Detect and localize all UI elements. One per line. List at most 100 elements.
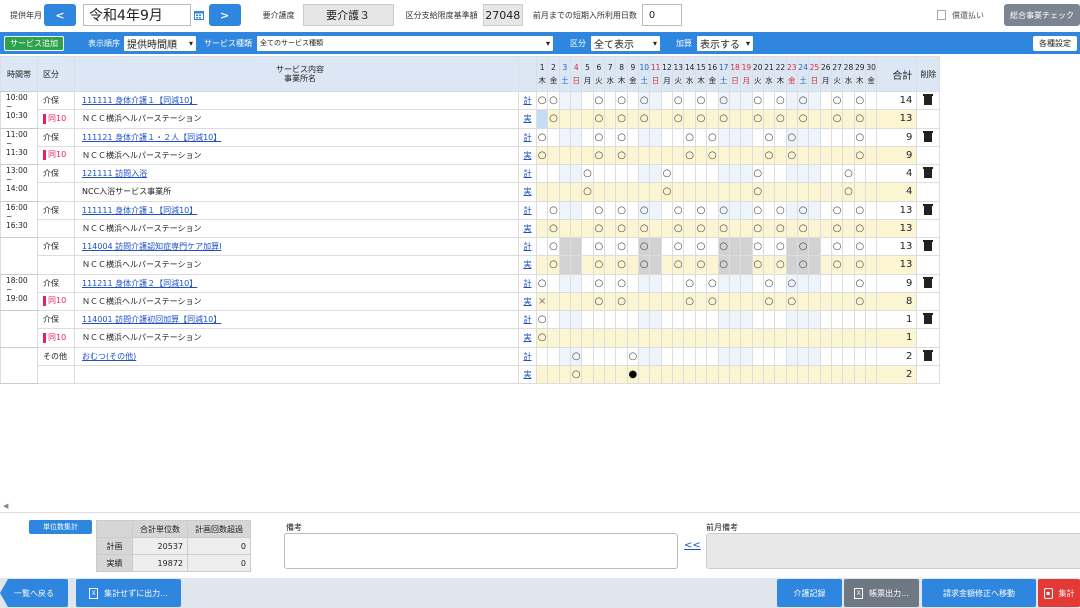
actual-link[interactable]: 実 (518, 182, 537, 202)
day-cell[interactable]: ○ (615, 90, 628, 111)
day-cell[interactable]: ○ (796, 109, 810, 129)
day-cell[interactable] (740, 109, 753, 129)
day-cell[interactable] (649, 328, 662, 348)
day-cell[interactable] (740, 309, 753, 330)
day-cell[interactable] (774, 328, 787, 348)
day-cell[interactable] (558, 90, 572, 111)
tally-button[interactable]: ▪ 集計 (1038, 579, 1080, 607)
day-cell[interactable] (694, 328, 708, 348)
day-cell[interactable]: ○ (570, 346, 583, 366)
day-cell[interactable] (558, 200, 572, 220)
day-cell[interactable]: ○ (853, 236, 866, 257)
day-cell[interactable] (785, 218, 798, 239)
day-cell[interactable]: ○ (785, 145, 798, 166)
day-cell[interactable] (740, 90, 753, 111)
actual-link[interactable]: 実 (518, 218, 537, 239)
day-cell[interactable] (570, 182, 583, 202)
day-cell[interactable]: ○ (796, 255, 810, 275)
day-cell[interactable] (796, 291, 810, 312)
day-cell[interactable]: ○ (672, 255, 685, 275)
day-cell[interactable]: ○ (535, 90, 549, 111)
day-cell[interactable]: ○ (706, 291, 719, 312)
day-cell[interactable] (864, 291, 878, 312)
day-cell[interactable] (547, 328, 560, 348)
day-cell[interactable] (558, 346, 572, 366)
day-cell[interactable] (558, 163, 572, 184)
day-cell[interactable]: ○ (638, 90, 651, 111)
day-cell[interactable] (604, 90, 617, 111)
plan-link[interactable]: 計 (518, 273, 537, 293)
day-cell[interactable] (638, 182, 651, 202)
day-cell[interactable] (842, 291, 855, 312)
day-cell[interactable] (660, 291, 674, 312)
day-cell[interactable]: ○ (638, 109, 651, 129)
day-cell[interactable] (796, 346, 810, 366)
report-output-button[interactable]: X 帳票出力... (844, 579, 919, 607)
actual-mark[interactable]: 実 (524, 370, 532, 379)
plan-mark[interactable]: 計 (524, 242, 532, 251)
day-cell[interactable]: ○ (830, 255, 844, 275)
day-cell[interactable] (808, 218, 821, 239)
day-cell[interactable] (864, 236, 878, 257)
day-cell[interactable]: ○ (626, 346, 640, 366)
day-cell[interactable] (683, 346, 696, 366)
day-cell[interactable] (751, 328, 764, 348)
day-cell[interactable] (694, 309, 708, 330)
day-cell[interactable] (672, 163, 685, 184)
day-cell[interactable] (706, 364, 719, 385)
plan-link[interactable]: 計 (518, 163, 537, 184)
day-cell[interactable] (740, 255, 753, 275)
day-cell[interactable] (842, 109, 855, 129)
day-cell[interactable] (535, 236, 549, 257)
day-cell[interactable]: ○ (717, 255, 730, 275)
actual-link[interactable]: 実 (518, 109, 537, 129)
day-cell[interactable] (547, 291, 560, 312)
day-cell[interactable] (626, 90, 640, 111)
back-to-list-button[interactable]: 一覧へ戻る (0, 579, 68, 607)
day-cell[interactable] (842, 255, 855, 275)
day-cell[interactable] (751, 127, 764, 147)
day-cell[interactable]: ○ (535, 145, 549, 166)
plan-mark[interactable]: 計 (524, 206, 532, 215)
day-cell[interactable] (751, 291, 764, 312)
day-cell[interactable] (570, 127, 583, 147)
day-cell[interactable]: ○ (853, 200, 866, 220)
day-cell[interactable] (604, 255, 617, 275)
day-cell[interactable] (558, 109, 572, 129)
day-cell[interactable]: ○ (615, 273, 628, 293)
day-cell[interactable]: ○ (694, 218, 708, 239)
day-cell[interactable] (830, 328, 844, 348)
day-cell[interactable] (819, 236, 832, 257)
day-cell[interactable] (842, 328, 855, 348)
day-cell[interactable]: ○ (853, 255, 866, 275)
day-cell[interactable]: ○ (762, 273, 776, 293)
day-cell[interactable] (842, 200, 855, 220)
day-cell[interactable] (694, 291, 708, 312)
day-cell[interactable] (649, 255, 662, 275)
day-cell[interactable] (672, 182, 685, 202)
day-cell[interactable] (762, 236, 776, 257)
day-cell[interactable] (535, 346, 549, 366)
day-cell[interactable] (728, 364, 742, 385)
day-cell[interactable] (864, 127, 878, 147)
day-cell[interactable] (535, 109, 549, 129)
day-cell[interactable]: ○ (717, 200, 730, 220)
day-cell[interactable] (581, 309, 594, 330)
day-cell[interactable] (740, 291, 753, 312)
day-cell[interactable] (864, 309, 878, 330)
day-cell[interactable] (785, 364, 798, 385)
plan-link[interactable]: 計 (518, 346, 537, 366)
day-cell[interactable]: ○ (842, 182, 855, 202)
order-select[interactable]: 提供時間順 ▾ (124, 35, 196, 51)
service-cell[interactable]: 114004 訪問介護認知症専門ケア加算Ⅰ (74, 236, 519, 257)
day-cell[interactable] (808, 182, 821, 202)
day-cell[interactable] (717, 328, 730, 348)
day-cell[interactable] (717, 291, 730, 312)
day-cell[interactable] (808, 163, 821, 184)
day-cell[interactable]: ○ (592, 255, 606, 275)
day-cell[interactable]: ○ (638, 255, 651, 275)
day-cell[interactable] (604, 200, 617, 220)
day-cell[interactable] (819, 90, 832, 111)
day-cell[interactable] (615, 163, 628, 184)
day-cell[interactable]: ○ (615, 236, 628, 257)
